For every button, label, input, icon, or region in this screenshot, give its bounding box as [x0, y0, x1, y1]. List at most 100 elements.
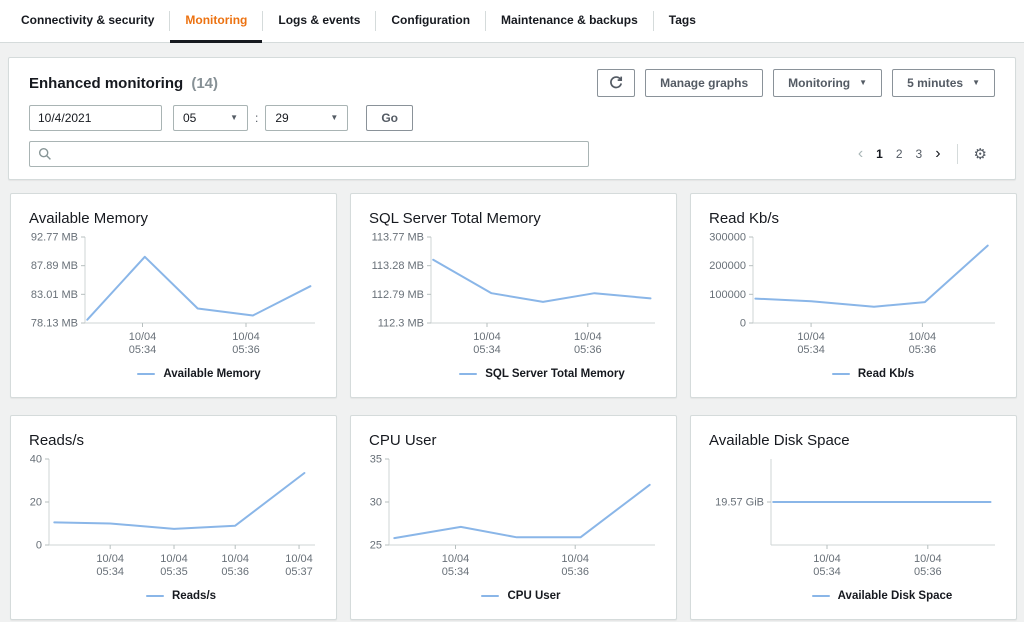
svg-text:87.89 MB: 87.89 MB	[31, 260, 78, 272]
svg-text:20: 20	[30, 497, 42, 509]
prev-page-button[interactable]: ‹	[858, 146, 863, 162]
tab-maintenance-backups[interactable]: Maintenance & backups	[486, 0, 653, 43]
svg-text:25: 25	[370, 540, 382, 552]
interval-dropdown[interactable]: 5 minutes ▼	[892, 69, 995, 97]
legend-line-swatch	[459, 373, 478, 375]
legend-label: SQL Server Total Memory	[485, 368, 625, 380]
svg-text:05:35: 05:35	[160, 566, 188, 578]
svg-text:10/04: 10/04	[909, 331, 937, 343]
minute-select[interactable]: 29 ▼	[265, 105, 349, 131]
svg-text:10/04: 10/04	[473, 331, 501, 343]
page-3-button[interactable]: 3	[916, 147, 923, 161]
svg-text:78.13 MB: 78.13 MB	[31, 318, 78, 330]
svg-text:300000: 300000	[709, 232, 746, 244]
svg-text:0: 0	[36, 540, 42, 552]
svg-text:05:36: 05:36	[232, 344, 260, 356]
svg-text:113.28 MB: 113.28 MB	[372, 260, 424, 272]
chart-title: Available Memory	[29, 210, 148, 227]
search-box[interactable]	[29, 141, 589, 167]
hour-select[interactable]: 05 ▼	[173, 105, 248, 131]
svg-text:40: 40	[30, 454, 42, 466]
svg-text:05:34: 05:34	[129, 344, 157, 356]
svg-text:10/04: 10/04	[129, 331, 157, 343]
refresh-button[interactable]	[597, 69, 636, 97]
next-page-button[interactable]: ›	[935, 146, 940, 162]
svg-text:112.79 MB: 112.79 MB	[372, 289, 424, 301]
chart-title: Read Kb/s	[709, 210, 780, 227]
pager-divider	[956, 144, 958, 164]
filter-row: ‹ 123 › ⚙	[29, 141, 995, 167]
go-button[interactable]: Go	[366, 105, 414, 131]
svg-text:05:36: 05:36	[221, 566, 249, 578]
page-2-button[interactable]: 2	[896, 147, 903, 161]
legend-line-swatch	[811, 595, 830, 597]
tab-tags[interactable]: Tags	[654, 0, 711, 43]
page-list: 123	[876, 147, 922, 161]
svg-text:10/04: 10/04	[232, 331, 260, 343]
svg-text:05:36: 05:36	[914, 566, 942, 578]
enhanced-monitoring-panel: Enhanced monitoring (14) Manage graphs M…	[8, 57, 1016, 180]
svg-text:0: 0	[740, 318, 746, 330]
panel-count: (14)	[191, 74, 219, 92]
svg-text:35: 35	[370, 454, 382, 466]
chart-plot: 4020010/0405:3410/0405:3510/0405:3610/04…	[30, 454, 315, 578]
svg-text:92.77 MB: 92.77 MB	[31, 232, 78, 244]
chart-legend: SQL Server Total Memory	[367, 368, 660, 380]
svg-text:10/04: 10/04	[442, 553, 470, 565]
svg-text:10/04: 10/04	[574, 331, 602, 343]
chevron-down-icon: ▼	[330, 113, 339, 122]
chart-plot: 300000200000100000010/0405:3410/0405:36	[709, 232, 995, 356]
tab-bar: Connectivity & security Monitoring Logs & …	[0, 0, 1024, 43]
svg-text:200000: 200000	[709, 260, 746, 272]
chart-plot: 19.57 GiB10/0405:3410/0405:36	[715, 459, 995, 578]
minute-select-value: 29	[275, 111, 289, 125]
chart-title: Reads/s	[29, 432, 85, 449]
svg-text:05:34: 05:34	[442, 566, 470, 578]
tab-monitoring[interactable]: Monitoring	[170, 0, 263, 43]
panel-actions: Manage graphs Monitoring ▼ 5 minutes ▼	[597, 69, 995, 97]
svg-text:83.01 MB: 83.01 MB	[31, 289, 78, 301]
legend-label: CPU User	[507, 590, 561, 602]
chart-legend: Reads/s	[27, 590, 320, 602]
chart-card-cpu-user: CPU User 35 30 25 10/04 05:34 10/04 05:36 CPU Us…	[350, 415, 677, 620]
svg-text:10/04: 10/04	[221, 553, 249, 565]
chart-card-available-memory: Available Memory 92.77 MB 87.89 MB 83.01 MB…	[10, 193, 337, 398]
search-icon	[38, 147, 51, 160]
svg-text:05:36: 05:36	[909, 344, 937, 356]
legend-label: Available Disk Space	[837, 590, 953, 602]
chart-title: Available Disk Space	[709, 432, 850, 449]
time-separator: :	[255, 111, 259, 125]
monitoring-dropdown[interactable]: Monitoring ▼	[773, 69, 883, 97]
chart-card-read-kb-s: Read Kb/s 300000 200000 100000 0 10/04 05:34 10…	[690, 193, 1017, 398]
svg-text:05:36: 05:36	[574, 344, 602, 356]
svg-text:05:34: 05:34	[813, 566, 841, 578]
svg-text:100000: 100000	[709, 289, 746, 301]
hour-select-value: 05	[183, 111, 197, 125]
pagination: ‹ 123 › ⚙	[858, 144, 987, 164]
date-input[interactable]	[29, 105, 162, 131]
tab-connectivity-security[interactable]: Connectivity & security	[6, 0, 169, 43]
manage-graphs-button[interactable]: Manage graphs	[645, 69, 764, 97]
legend-line-swatch	[831, 373, 850, 375]
search-input[interactable]	[58, 146, 580, 162]
page-title: Enhanced monitoring (14)	[29, 75, 218, 92]
chart-legend: Available Disk Space	[707, 590, 1000, 602]
svg-text:05:34: 05:34	[473, 344, 501, 356]
chart-card-available-disk-space: Available Disk Space 19.57 GiB 10/04 05:34 1…	[690, 415, 1017, 620]
chevron-down-icon: ▼	[230, 113, 238, 122]
page-1-button[interactable]: 1	[876, 147, 883, 161]
chevron-down-icon: ▼	[859, 78, 868, 87]
chart-title: CPU User	[369, 432, 437, 449]
svg-text:10/04: 10/04	[914, 553, 942, 565]
interval-dropdown-label: 5 minutes	[907, 76, 964, 90]
legend-label: Reads/s	[171, 590, 217, 602]
gear-icon[interactable]: ⚙	[974, 147, 987, 162]
monitoring-dropdown-label: Monitoring	[788, 76, 851, 90]
tab-logs-events[interactable]: Logs & events	[263, 0, 375, 43]
svg-text:112.3 MB: 112.3 MB	[378, 318, 424, 330]
tab-configuration[interactable]: Configuration	[376, 0, 485, 43]
legend-label: Available Memory	[163, 368, 261, 380]
legend-line-swatch	[481, 595, 500, 597]
chart-legend: Available Memory	[27, 368, 320, 380]
chart-plot: 35302510/0405:3410/0405:36	[370, 454, 655, 578]
